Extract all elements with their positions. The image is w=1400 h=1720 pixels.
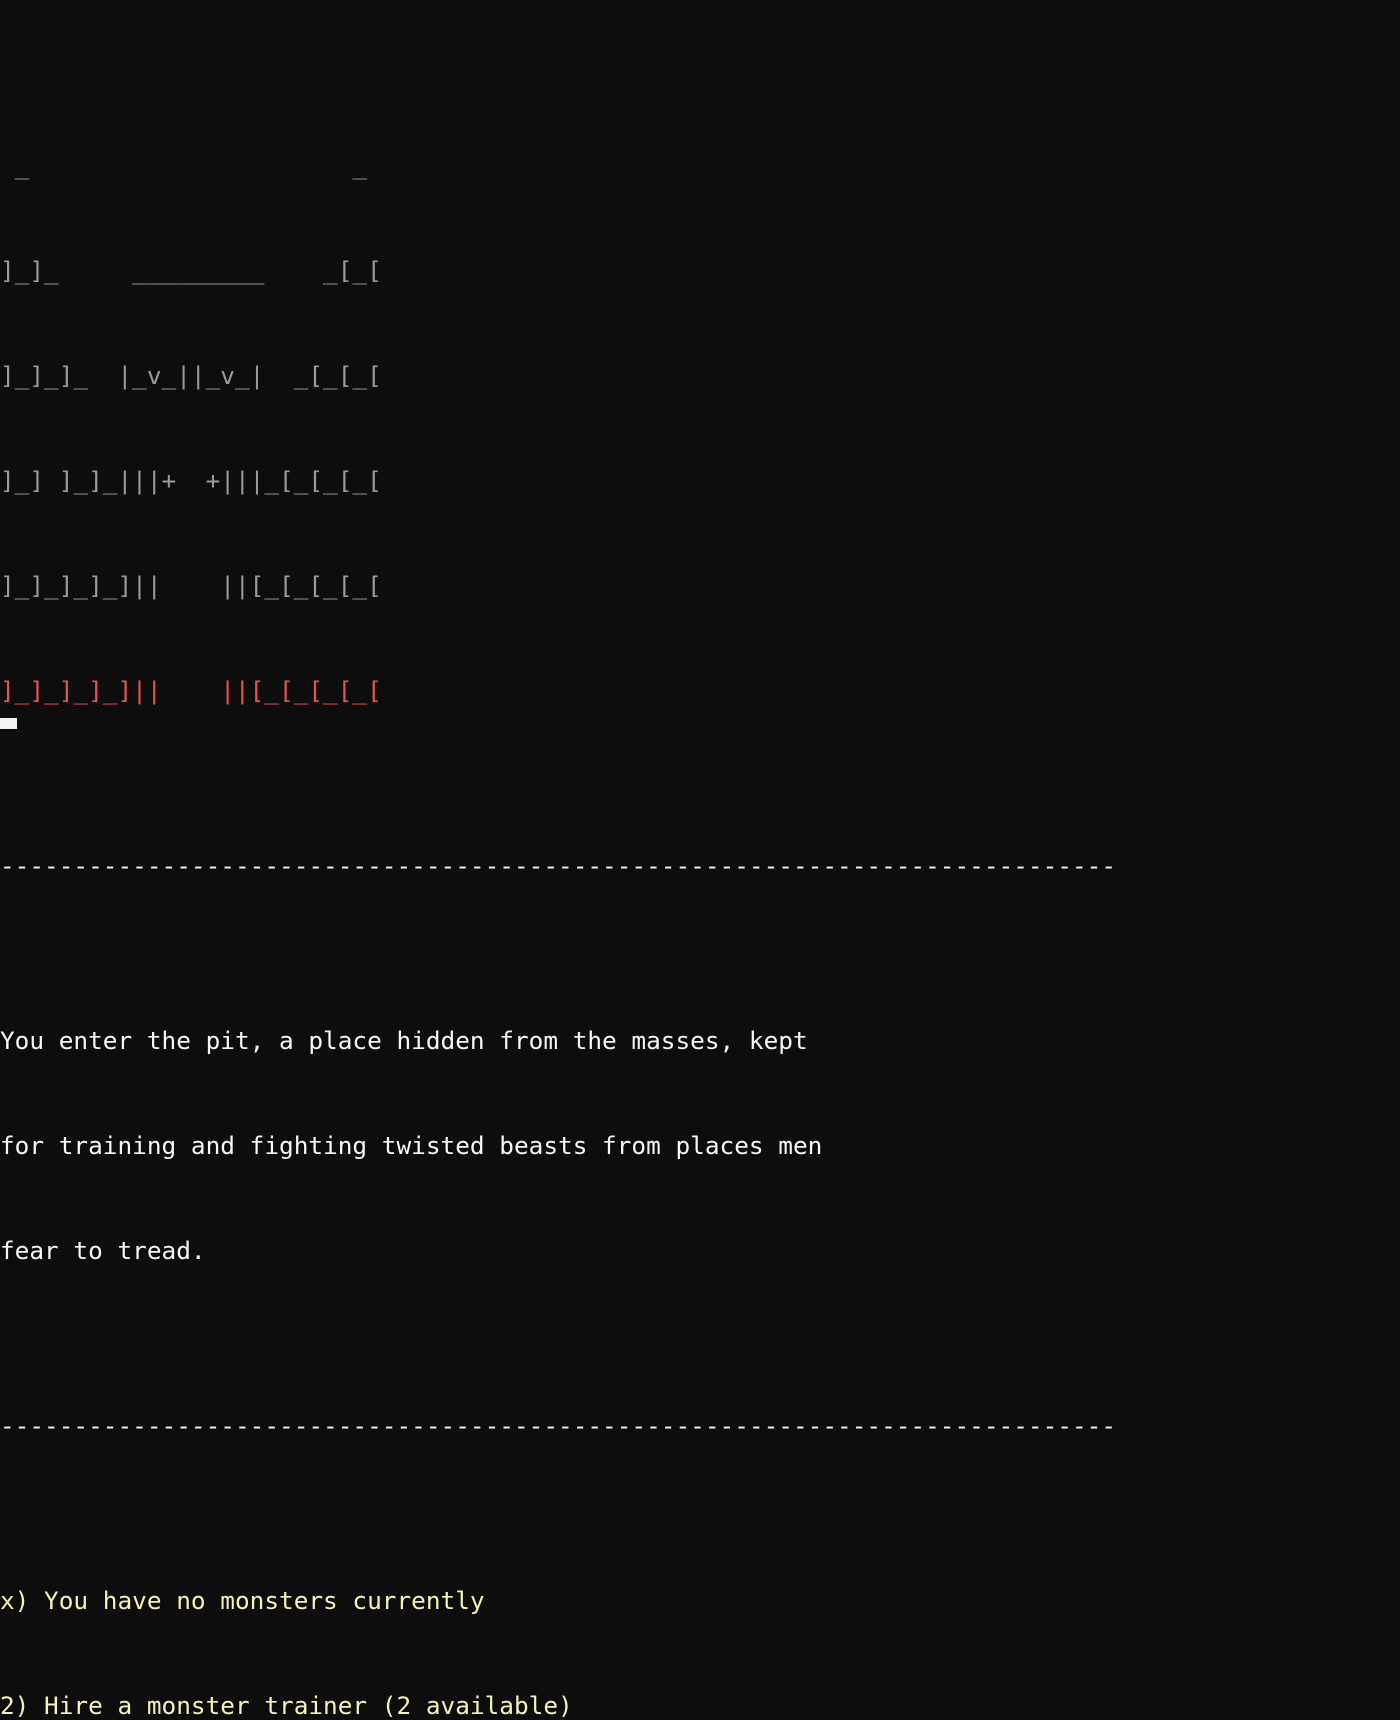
ascii-art-line-2: ]_]_]_ |_v_||_v_| _[_[_[	[0, 361, 382, 390]
terminal-screen: _ _ ]_]_ _________ _[_[ ]_]_]_ |_v_||_v_…	[0, 0, 1400, 1720]
description-line-0: You enter the pit, a place hidden from t…	[0, 1026, 808, 1055]
menu-item-hire-trainer[interactable]: 2) Hire a monster trainer (2 available)	[0, 1688, 1116, 1720]
separator-bottom: ----------------------------------------…	[0, 1411, 1117, 1440]
ascii-art-line-3: ]_] ]_]_|||+ +|||_[_[_[_[	[0, 466, 382, 495]
description-line-1: for training and fighting twisted beasts…	[0, 1131, 823, 1160]
ascii-art-line-5: ]_]_]_]_]|| ||[_[_[_[_[	[0, 676, 382, 705]
terminal-output: _ _ ]_]_ _________ _[_[ ]_]_]_ |_v_||_v_…	[0, 8, 1116, 1720]
ascii-art-line-1: ]_]_ _________ _[_[	[0, 256, 382, 285]
separator-top: ----------------------------------------…	[0, 851, 1117, 880]
ascii-art-line-4: ]_]_]_]_]|| ||[_[_[_[_[	[0, 571, 382, 600]
menu-item-no-monsters: x) You have no monsters currently	[0, 1586, 485, 1615]
terminal-cursor[interactable]	[0, 718, 17, 729]
description-line-2: fear to tread.	[0, 1236, 206, 1265]
ascii-art-line-0: _ _	[0, 151, 368, 180]
